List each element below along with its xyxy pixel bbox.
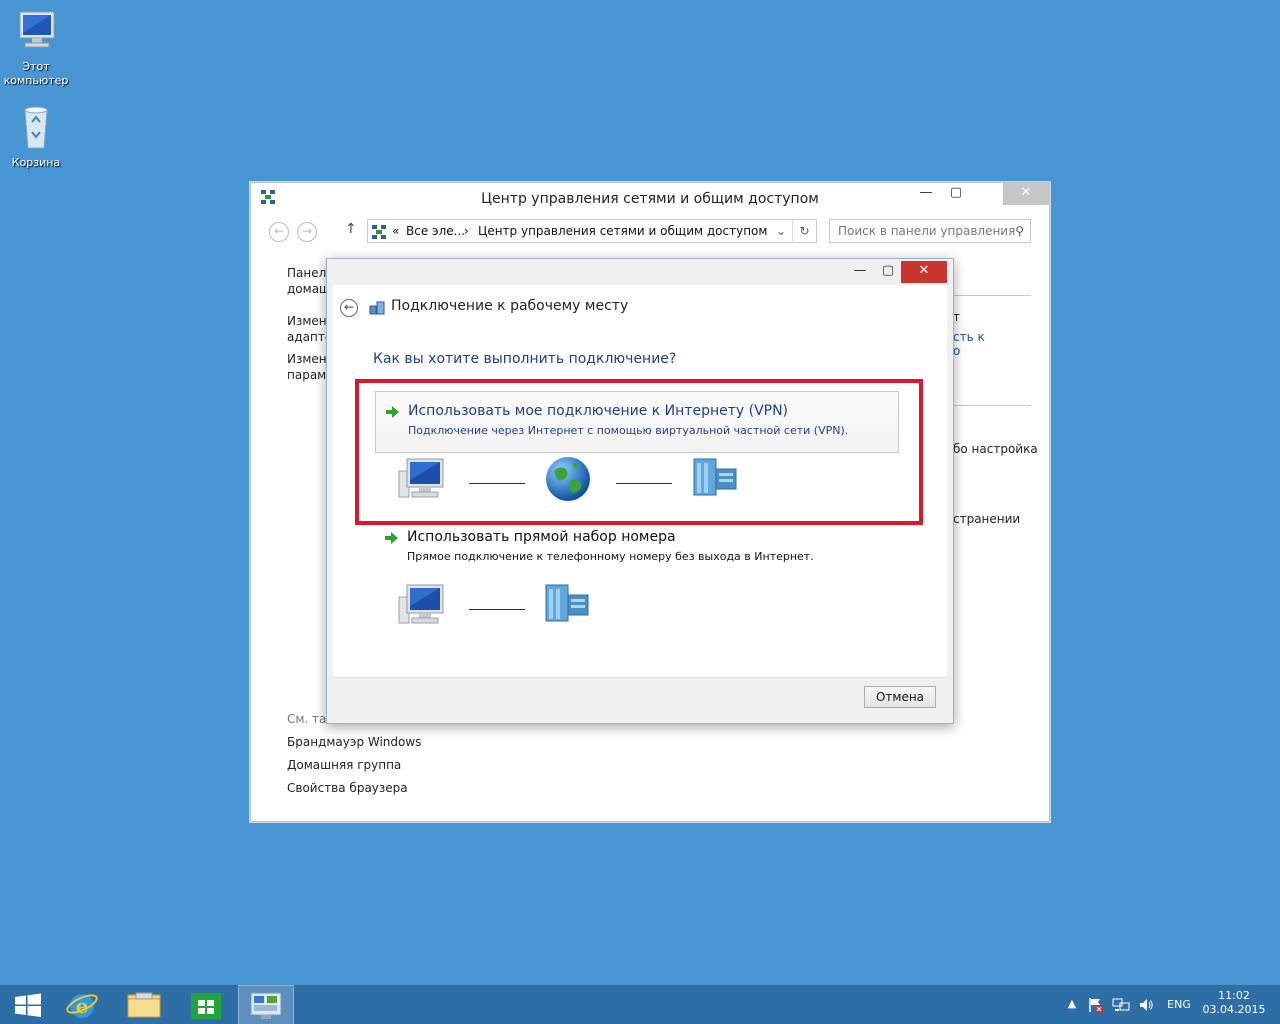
title-bar: Центр управления сетями и общим доступом… [251, 183, 1049, 213]
taskbar-explorer[interactable] [116, 985, 172, 1024]
breadcrumb-separator[interactable]: › [464, 220, 469, 242]
address-bar-row: ← → ↑ « Все эле... › Центр управления се… [261, 219, 1031, 243]
partial-link[interactable]: о [953, 343, 960, 359]
breadcrumb-prefix: « [392, 224, 400, 238]
search-input[interactable]: Поиск в панели управления ⚲ [829, 219, 1031, 243]
control-panel-icon [250, 992, 282, 1019]
connection-line [469, 483, 525, 484]
connection-line [469, 609, 525, 610]
address-box[interactable]: « Все эле... › Центр управления сетями и… [367, 219, 817, 243]
option-title: Использовать мое подключение к Интернету… [408, 403, 789, 419]
minimize-button[interactable]: — [911, 183, 941, 205]
dialog-question: Как вы хотите выполнить подключение? [373, 351, 677, 367]
computer-icon [12, 8, 60, 56]
search-icon[interactable]: ⚲ [1015, 220, 1024, 242]
chevron-down-icon[interactable]: ⌄ [776, 220, 786, 242]
computer-icon [397, 457, 447, 504]
refresh-icon[interactable]: ↻ [792, 220, 816, 242]
option-description: Прямое подключение к телефонному номеру … [407, 550, 814, 563]
volume-icon[interactable] [1138, 997, 1154, 1016]
folder-icon [127, 992, 161, 1018]
vpn-wizard-icon [369, 299, 385, 315]
server-building-icon [690, 455, 740, 502]
maximize-button[interactable]: ▢ [941, 183, 971, 205]
forward-button[interactable]: → [297, 222, 317, 242]
store-icon [191, 993, 221, 1019]
taskbar-ie[interactable]: e [54, 985, 110, 1024]
up-button[interactable]: ↑ [345, 221, 357, 237]
tray-overflow-icon[interactable]: ▲ [1066, 997, 1078, 1011]
breadcrumb-item[interactable]: Центр управления сетями и общим доступом [478, 220, 767, 242]
language-indicator[interactable]: ENG [1164, 998, 1194, 1012]
network-tray-icon[interactable] [1112, 997, 1130, 1016]
dialog-footer: Отмена [333, 677, 947, 717]
clock-time: 11:02 [1218, 989, 1250, 1002]
dialog-title: Подключение к рабочему месту [391, 298, 629, 314]
dialog-body: Как вы хотите выполнить подключение? Исп… [333, 331, 947, 677]
computer-icon [397, 583, 447, 630]
see-also-link-firewall[interactable]: Брандмауэр Windows [287, 734, 421, 750]
maximize-button[interactable]: ▢ [873, 261, 903, 283]
divider [951, 295, 1031, 296]
close-button[interactable]: ✕ [901, 261, 947, 283]
start-button[interactable] [0, 985, 56, 1024]
see-also-link-browser[interactable]: Свойства браузера [287, 780, 408, 796]
taskbar-store[interactable] [178, 985, 234, 1024]
search-placeholder: Поиск в панели управления [838, 224, 1016, 238]
option-dialup[interactable]: Использовать прямой набор номера Прямое … [375, 518, 899, 580]
action-center-icon[interactable] [1088, 997, 1104, 1016]
windows-logo-icon [15, 993, 41, 1017]
globe-icon [544, 455, 592, 506]
divider [951, 405, 1031, 406]
green-arrow-icon [385, 532, 398, 544]
clock-date: 03.04.2015 [1202, 1003, 1266, 1016]
clock[interactable]: 11:02 03.04.2015 [1200, 989, 1268, 1017]
minimize-button[interactable]: — [845, 261, 875, 283]
server-building-icon [542, 581, 592, 628]
option-title: Использовать прямой набор номера [407, 529, 676, 545]
breadcrumb-item[interactable]: Все эле... [406, 220, 465, 242]
desktop-icon-recycle-bin[interactable]: Корзина [0, 104, 72, 170]
cancel-button[interactable]: Отмена [864, 686, 936, 708]
partial-link[interactable]: странении [953, 511, 1020, 527]
dialog-header: ← Подключение к рабочему месту [333, 285, 947, 331]
partial-text: т [953, 310, 960, 324]
close-button[interactable]: ✕ [1003, 183, 1049, 205]
desktop-icon-computer[interactable]: Этот компьютер [0, 8, 72, 88]
taskbar-control-panel[interactable] [238, 985, 294, 1024]
option-vpn[interactable]: Использовать мое подключение к Интернету… [375, 391, 899, 453]
connect-workplace-dialog: — ▢ ✕ ← Подключение к рабочему месту Как… [326, 258, 954, 724]
recycle-bin-icon [12, 104, 60, 152]
see-also-link-homegroup[interactable]: Домашняя группа [287, 757, 401, 773]
back-button[interactable]: ← [269, 222, 289, 242]
internet-explorer-icon: e [66, 994, 98, 1018]
green-arrow-icon [386, 406, 399, 418]
partial-link[interactable]: бо настройка [953, 441, 1038, 457]
desktop-icon-label: Корзина [11, 156, 61, 169]
back-arrow-icon[interactable]: ← [340, 299, 358, 317]
taskbar: e ▲ ENG 11:02 03.04.2015 [0, 984, 1280, 1024]
network-app-icon [372, 224, 386, 239]
desktop-icon-label: компьютер [3, 74, 69, 87]
desktop-icon-label: Этот [22, 60, 50, 73]
option-description: Подключение через Интернет с помощью вир… [408, 424, 849, 437]
connection-line [616, 483, 672, 484]
